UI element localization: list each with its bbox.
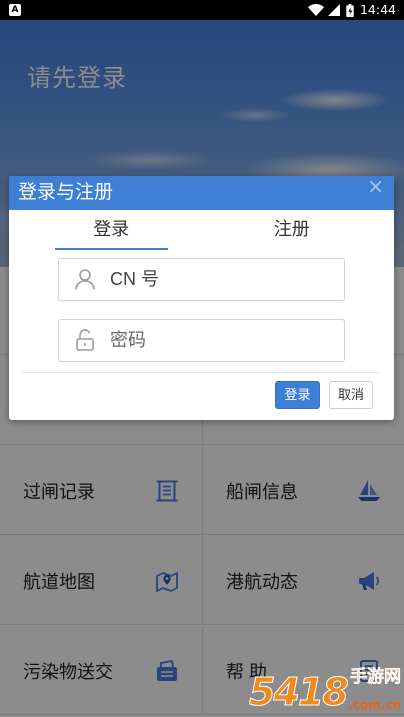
tab-label: 登录 [54, 210, 168, 250]
app-notification-icon: A [9, 4, 21, 16]
dialog-tabs: 登录 注册 [21, 210, 382, 250]
user-icon [73, 267, 97, 291]
lock-icon [73, 328, 97, 352]
dialog-titlebar: 登录与注册 × [9, 176, 394, 210]
tab-login[interactable]: 登录 [21, 210, 202, 250]
dialog-title: 登录与注册 [18, 182, 114, 203]
status-bar: A 14:44 [0, 0, 404, 20]
login-button[interactable]: 登录 [275, 381, 320, 409]
cn-number-field [58, 258, 345, 301]
wifi-icon [307, 4, 324, 16]
tab-register[interactable]: 注册 [202, 210, 383, 250]
cn-number-input[interactable] [59, 259, 344, 300]
password-input[interactable] [59, 320, 344, 361]
login-register-dialog: 登录与注册 × 登录 注册 登录 取消 [9, 176, 394, 420]
tab-label: 注册 [273, 219, 310, 239]
status-time: 14:44 [359, 2, 396, 17]
signal-icon [327, 4, 340, 16]
status-bar-indicators: 14:44 [307, 0, 396, 20]
cancel-button[interactable]: 取消 [329, 381, 373, 409]
close-icon[interactable]: × [367, 176, 384, 196]
battery-charging-icon [346, 3, 354, 17]
password-field [58, 319, 345, 362]
dialog-divider [22, 372, 380, 373]
